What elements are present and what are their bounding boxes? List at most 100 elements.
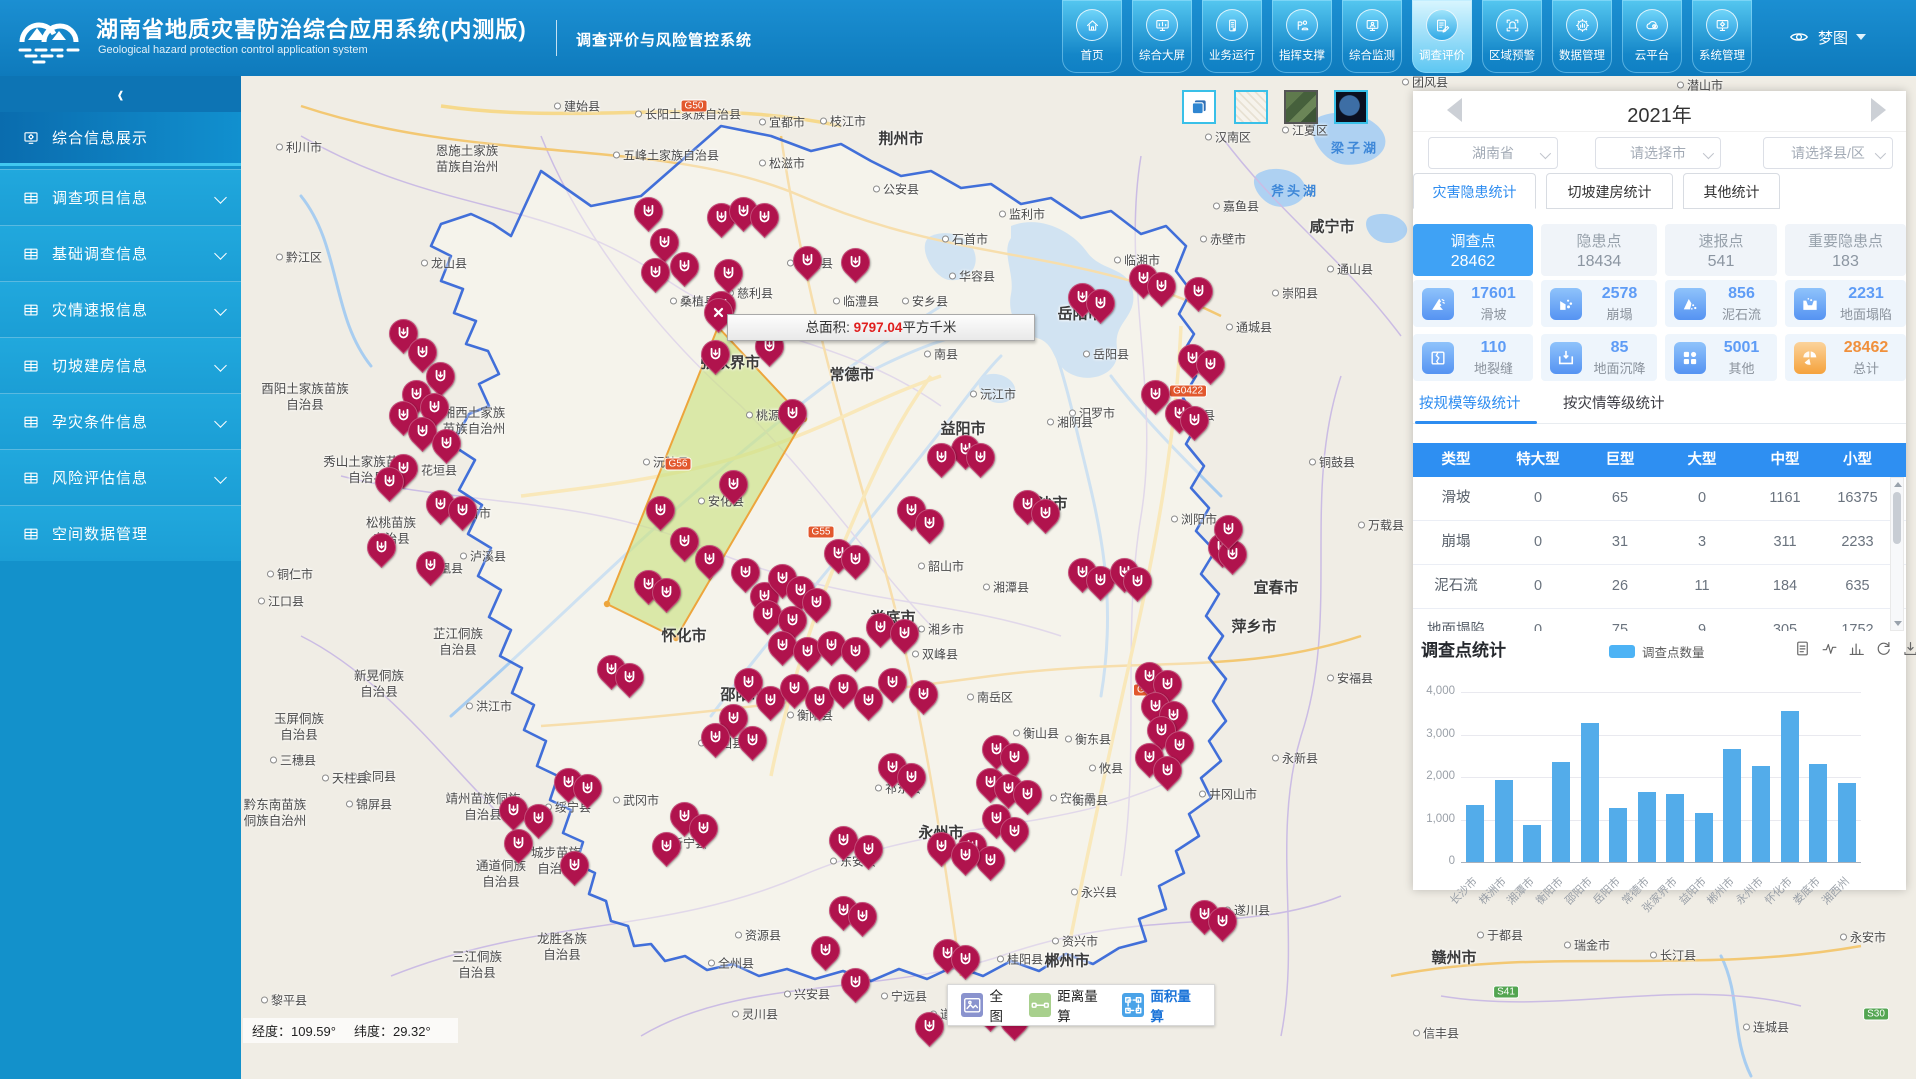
chart-tool-pulse-icon[interactable] xyxy=(1812,639,1839,661)
table-cell: 26 xyxy=(1577,565,1663,608)
scale-statistics-table: 类型特大型巨型大型中型小型滑坡0650116116375崩塌0313311223… xyxy=(1413,443,1906,631)
y-tick-label: 2,000 xyxy=(1413,770,1455,782)
legend-label: 调查点数量 xyxy=(1642,642,1705,661)
province-select[interactable]: 湖南省 xyxy=(1428,137,1558,169)
county-select[interactable]: 请选择县/区 xyxy=(1763,137,1893,169)
top-header: 湖南省地质灾害防治综合应用系统(内测版) Geological hazard p… xyxy=(0,0,1916,76)
sidebar-item-风险评估信息[interactable]: 风险评估信息 xyxy=(0,449,241,505)
chevron-down-icon xyxy=(214,471,227,484)
hazard-stat-value: 2578 xyxy=(1582,285,1657,303)
nav-label: 数据管理 xyxy=(1552,47,1612,63)
chart-tool-file-icon[interactable] xyxy=(1785,639,1812,661)
bar-湘潭市[interactable] xyxy=(1523,825,1541,862)
bar-岳阳市[interactable] xyxy=(1609,808,1627,862)
stat-card-调查点[interactable]: 调查点28462 xyxy=(1413,224,1533,276)
satellite-basemap-button[interactable] xyxy=(1284,90,1318,124)
chart-legend: 调查点数量 xyxy=(1609,642,1705,661)
map-tool-overview[interactable]: 全图 xyxy=(961,985,1015,1025)
eye-icon xyxy=(1788,26,1810,48)
tab-切坡建房统计[interactable]: 切坡建房统计 xyxy=(1546,173,1673,209)
column-header: 类型 xyxy=(1413,443,1499,477)
table-cell: 1752 xyxy=(1829,609,1886,631)
city-select[interactable]: 请选择市 xyxy=(1595,137,1721,169)
bar-chart-plot xyxy=(1461,693,1861,863)
table-cell: 0 xyxy=(1499,565,1577,608)
table-cell: 9 xyxy=(1663,609,1741,631)
table-cell: 1161 xyxy=(1741,477,1829,520)
grid-icon xyxy=(1674,342,1706,374)
survey-icon xyxy=(1434,17,1451,34)
bar-株洲市[interactable] xyxy=(1495,780,1513,862)
nav-label: 系统管理 xyxy=(1692,47,1752,63)
table-scrollbar[interactable] xyxy=(1890,477,1904,631)
sidebar-item-空间数据管理[interactable]: 空间数据管理 xyxy=(0,505,241,561)
sidebar-item-孕灾条件信息[interactable]: 孕灾条件信息 xyxy=(0,393,241,449)
stat-card-隐患点[interactable]: 隐患点18434 xyxy=(1541,224,1657,276)
sidebar-collapse-button[interactable]: ‹ xyxy=(0,76,241,112)
bar-娄底市[interactable] xyxy=(1809,764,1827,862)
table-row[interactable]: 地面塌陷07593051752 xyxy=(1413,609,1906,631)
bar-永州市[interactable] xyxy=(1752,766,1770,862)
bar-益阳市[interactable] xyxy=(1695,813,1713,862)
nav-item-home[interactable]: 首页 xyxy=(1062,0,1122,73)
bar-常德市[interactable] xyxy=(1638,792,1656,862)
chart-tool-bars-icon[interactable] xyxy=(1839,639,1866,661)
map-tool-area[interactable]: 面积量算 xyxy=(1122,985,1201,1025)
nav-label: 业务运行 xyxy=(1202,47,1262,63)
bar-郴州市[interactable] xyxy=(1723,749,1741,862)
y-tick-label: 1,000 xyxy=(1413,813,1455,825)
nav-label: 调查评价 xyxy=(1412,47,1472,63)
sidebar-item-灾情速报信息[interactable]: 灾情速报信息 xyxy=(0,281,241,337)
bar-张家界市[interactable] xyxy=(1666,794,1684,862)
table-icon xyxy=(22,245,40,263)
sidebar-item-调查项目信息[interactable]: 调查项目信息 xyxy=(0,169,241,225)
stat-card-速报点[interactable]: 速报点541 xyxy=(1665,224,1777,276)
chart-tool-download-icon[interactable] xyxy=(1893,639,1916,661)
layer-switcher-button[interactable] xyxy=(1182,90,1216,124)
nav-item-data[interactable]: 数据管理 xyxy=(1552,0,1612,73)
hazard-stat-value: 2231 xyxy=(1826,285,1906,303)
nav-item-monitor[interactable]: 综合监测 xyxy=(1342,0,1402,73)
table-row[interactable]: 崩塌03133112233 xyxy=(1413,521,1906,565)
globe-basemap-button[interactable] xyxy=(1334,90,1368,124)
sidebar-item-切坡建房信息[interactable]: 切坡建房信息 xyxy=(0,337,241,393)
nav-item-building[interactable]: 业务运行 xyxy=(1202,0,1262,73)
bar-怀化市[interactable] xyxy=(1781,711,1799,862)
table-row[interactable]: 泥石流02611184635 xyxy=(1413,565,1906,609)
nav-item-cloud[interactable]: 云平台 xyxy=(1622,0,1682,73)
street-basemap-button[interactable] xyxy=(1234,90,1268,124)
screen-icon xyxy=(1146,9,1178,41)
map-tool-distance[interactable]: 距离量算 xyxy=(1029,985,1108,1025)
subtab-按规模等级统计[interactable]: 按规模等级统计 xyxy=(1419,392,1521,413)
nav-item-command[interactable]: 指挥支撑 xyxy=(1272,0,1332,73)
data-icon xyxy=(1566,9,1598,41)
bar-湘西州[interactable] xyxy=(1838,783,1856,862)
hazard-stat-地裂缝: 110地裂缝 xyxy=(1413,334,1533,381)
subtab-按灾情等级统计[interactable]: 按灾情等级统计 xyxy=(1563,392,1665,413)
nav-item-region[interactable]: 区域预警 xyxy=(1482,0,1542,73)
stat-card-重要隐患点[interactable]: 重要隐患点183 xyxy=(1785,224,1906,276)
user-menu[interactable]: 梦图 xyxy=(1788,26,1866,48)
row-type-cell: 地面塌陷 xyxy=(1413,609,1499,631)
nav-item-screen[interactable]: 综合大屏 xyxy=(1132,0,1192,73)
home-icon xyxy=(1084,17,1101,34)
column-header: 巨型 xyxy=(1577,443,1663,477)
table-cell: 305 xyxy=(1741,609,1829,631)
table-row[interactable]: 滑坡0650116116375 xyxy=(1413,477,1906,521)
bar-邵阳市[interactable] xyxy=(1581,723,1599,862)
tab-其他统计[interactable]: 其他统计 xyxy=(1683,173,1780,209)
app-root: 湖南省地质灾害防治综合应用系统(内测版) Geological hazard p… xyxy=(0,0,1916,1079)
table-cell: 635 xyxy=(1829,565,1886,608)
tab-灾害隐患统计[interactable]: 灾害隐患统计 xyxy=(1413,173,1536,209)
nav-label: 综合监测 xyxy=(1342,47,1402,63)
bar-长沙市[interactable] xyxy=(1466,805,1484,862)
bar-衡阳市[interactable] xyxy=(1552,762,1570,862)
next-year-button[interactable] xyxy=(1871,98,1886,122)
gridline xyxy=(1461,777,1861,778)
sidebar-item-基础调查信息[interactable]: 基础调查信息 xyxy=(0,225,241,281)
nav-item-survey[interactable]: 调查评价 xyxy=(1412,0,1472,73)
chart-tool-refresh-icon[interactable] xyxy=(1866,639,1893,661)
hazard-stat-label: 其他 xyxy=(1706,358,1777,377)
sidebar-item-综合信息展示[interactable]: 综合信息展示 xyxy=(0,112,241,166)
nav-item-system[interactable]: 系统管理 xyxy=(1692,0,1752,73)
